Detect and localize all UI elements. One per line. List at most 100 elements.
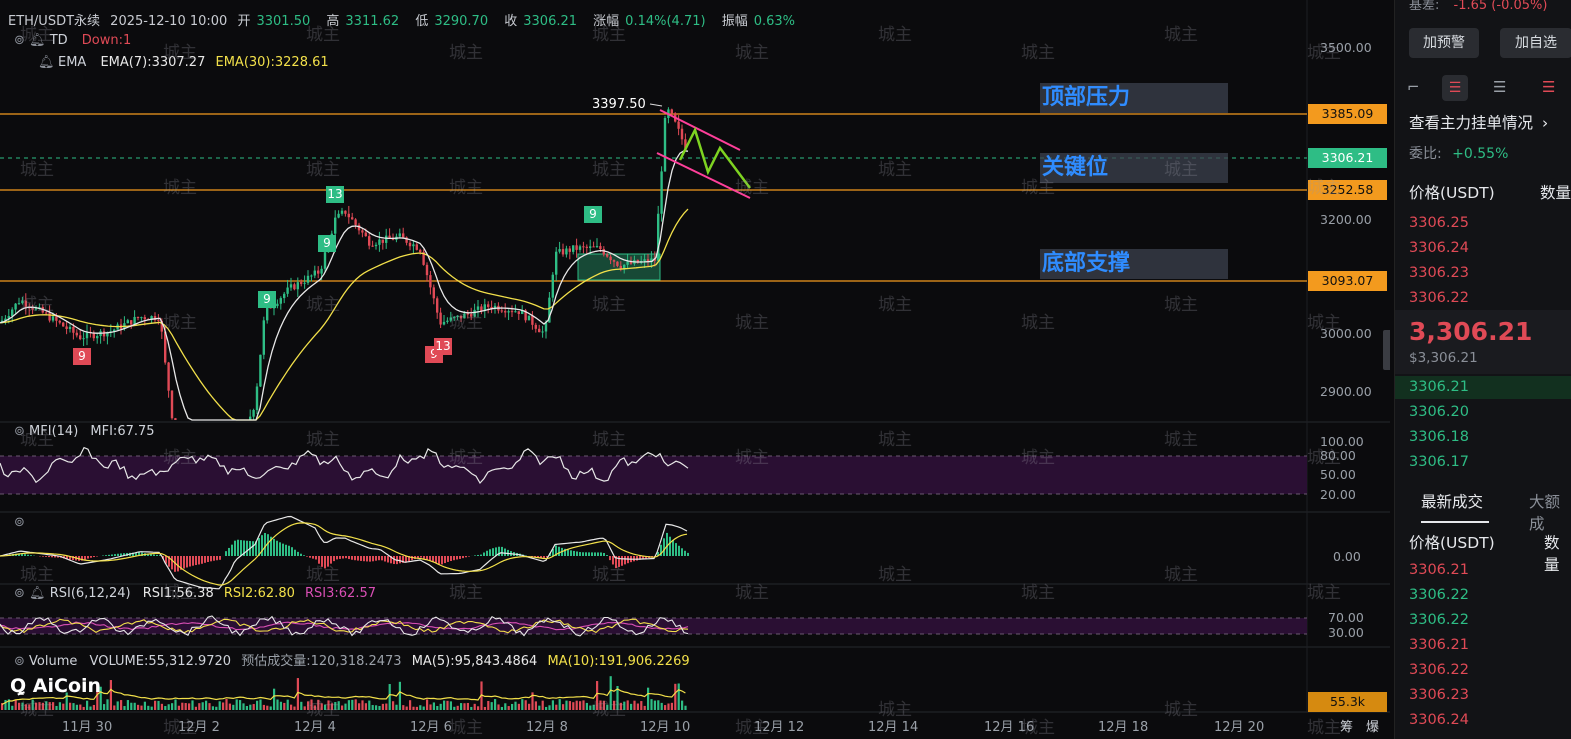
macd-bar bbox=[288, 545, 290, 556]
volume-bar bbox=[140, 705, 143, 710]
depth-view-icon[interactable]: ⌐ bbox=[1407, 78, 1420, 96]
settings-icon[interactable]: ⊚ bbox=[14, 654, 25, 669]
macd-bar bbox=[372, 556, 374, 562]
chart-area[interactable]: ETH/USDT永续 2025-12-10 10:00 开 3301.50 高 33… bbox=[0, 0, 1390, 739]
volume-bar bbox=[41, 702, 44, 710]
settings-icon[interactable]: ⊚ bbox=[14, 586, 25, 601]
volume-bar bbox=[337, 701, 340, 710]
candle-body bbox=[663, 117, 667, 172]
macd-bar bbox=[321, 556, 323, 567]
ema7-value: EMA(7):3307.27 bbox=[100, 55, 206, 70]
bell-icon[interactable]: 🔔︎ bbox=[29, 586, 46, 601]
asks-view-icon[interactable]: ☰ bbox=[1542, 78, 1555, 96]
bid-row[interactable]: 3306.18 bbox=[1409, 429, 1469, 445]
ask-row[interactable]: 3306.23 bbox=[1409, 265, 1469, 281]
macd-bar bbox=[198, 556, 200, 565]
projection-zigzag[interactable] bbox=[678, 126, 751, 189]
candle-body bbox=[677, 121, 680, 129]
rsi-band bbox=[0, 618, 1307, 634]
both-sides-view-icon[interactable]: ☰ bbox=[1442, 75, 1468, 101]
volume-legend[interactable]: ⊚ Volume VOLUME:55,312.9720 预估成交量:120,31… bbox=[14, 650, 690, 669]
macd-bar bbox=[204, 556, 206, 563]
add-watchlist-button[interactable]: 加自选 bbox=[1500, 28, 1571, 58]
volume-bar bbox=[92, 704, 95, 710]
candle-body bbox=[429, 275, 432, 288]
macd-legend[interactable]: ⊚ bbox=[14, 515, 25, 530]
candle-body bbox=[133, 316, 136, 325]
settings-icon[interactable]: ⊚ bbox=[14, 33, 25, 48]
change-label: 涨幅 bbox=[593, 14, 620, 29]
mfi-tick: 20.00 bbox=[1320, 487, 1356, 502]
macd-bar bbox=[114, 554, 116, 556]
volume-bar bbox=[171, 703, 174, 710]
macd-bar bbox=[462, 556, 464, 559]
candle-body bbox=[385, 235, 388, 243]
bid-row[interactable]: 3306.20 bbox=[1409, 404, 1469, 420]
macd-bar bbox=[594, 552, 596, 556]
x-tick: 12月 18 bbox=[1098, 720, 1149, 735]
macd-bar bbox=[240, 540, 242, 556]
high-value: 3311.62 bbox=[345, 14, 400, 29]
symbol-label[interactable]: ETH/USDT永续 bbox=[8, 14, 100, 29]
volume-bar bbox=[324, 704, 327, 710]
candle-body bbox=[507, 311, 510, 313]
liquidation-button[interactable]: 爆 bbox=[1366, 716, 1379, 735]
candle-body bbox=[170, 390, 174, 419]
volume-bar bbox=[126, 700, 129, 710]
candle-body bbox=[259, 354, 262, 387]
td-legend[interactable]: ⊚ 🔔︎ TD Down:1 bbox=[14, 33, 131, 48]
tab-large-trades[interactable]: 大额成 bbox=[1529, 490, 1571, 534]
bell-icon[interactable]: 🔔︎ bbox=[29, 33, 46, 48]
macd-bar bbox=[300, 553, 302, 556]
ask-row[interactable]: 3306.22 bbox=[1409, 290, 1469, 306]
expand-icon[interactable]: ⊚ bbox=[14, 515, 25, 530]
volume-bar bbox=[568, 701, 571, 710]
macd-bar bbox=[453, 556, 455, 561]
volume-bar bbox=[109, 680, 112, 710]
zone-bottom-support[interactable]: 底部支撑 bbox=[1040, 249, 1228, 279]
tab-latest-trades[interactable]: 最新成交 bbox=[1421, 490, 1483, 512]
volume-bar bbox=[286, 699, 289, 710]
rsi-legend[interactable]: ⊚ 🔔︎ RSI(6,12,24) RSI1:56.38 RSI2:62.80 … bbox=[14, 586, 376, 601]
volume-bar bbox=[167, 704, 170, 710]
macd-bar bbox=[342, 556, 344, 559]
volume-bar bbox=[579, 701, 582, 710]
zone-top-resistance[interactable]: 顶部压力 bbox=[1040, 83, 1228, 113]
bell-icon[interactable]: 🔔︎ bbox=[38, 55, 55, 70]
view-orders-link[interactable]: 查看主力挂单情况 › bbox=[1409, 111, 1548, 133]
candle-body bbox=[568, 248, 571, 252]
volume-bar bbox=[218, 701, 221, 710]
volume-bar bbox=[585, 702, 588, 710]
volume-tag: 55.3k bbox=[1308, 692, 1387, 712]
settings-icon[interactable]: ⊚ bbox=[14, 424, 25, 439]
candle-body bbox=[313, 270, 316, 276]
add-alert-button[interactable]: 加预警 bbox=[1409, 28, 1479, 58]
candle-body bbox=[575, 245, 578, 250]
bid-row[interactable]: 3306.17 bbox=[1409, 454, 1469, 470]
volume-bar bbox=[664, 705, 667, 710]
candle-body bbox=[643, 259, 646, 261]
volume-bar bbox=[35, 702, 38, 710]
bids-view-icon[interactable]: ☰ bbox=[1493, 78, 1506, 96]
panel-collapse-handle[interactable] bbox=[1383, 330, 1390, 370]
volume-bar bbox=[259, 699, 262, 710]
ema-legend[interactable]: 🔔︎ EMA EMA(7):3307.27 EMA(30):3228.61 bbox=[38, 55, 329, 70]
x-tick: 12月 16 bbox=[984, 720, 1035, 735]
candle-body bbox=[612, 260, 616, 262]
candle-body bbox=[531, 315, 534, 325]
ask-row[interactable]: 3306.24 bbox=[1409, 240, 1469, 256]
bid-row[interactable]: 3306.21 bbox=[1409, 379, 1469, 395]
zone-key-level[interactable]: 关键位 bbox=[1040, 153, 1228, 183]
macd-bar bbox=[30, 555, 32, 556]
mfi-legend[interactable]: ⊚ MFI(14) MFI:67.75 bbox=[14, 424, 155, 439]
basis-label: 基差: bbox=[1409, 0, 1440, 13]
candle-body bbox=[599, 246, 602, 249]
candle-body bbox=[306, 275, 310, 283]
volume-bar bbox=[303, 706, 306, 710]
ask-row[interactable]: 3306.25 bbox=[1409, 215, 1469, 231]
volume-bar bbox=[633, 700, 636, 710]
volume-bar bbox=[11, 705, 14, 710]
candle-body bbox=[551, 274, 554, 298]
trade-row: 3306.24 bbox=[1409, 712, 1469, 728]
chip-distribution-button[interactable]: 筹 bbox=[1340, 716, 1353, 735]
